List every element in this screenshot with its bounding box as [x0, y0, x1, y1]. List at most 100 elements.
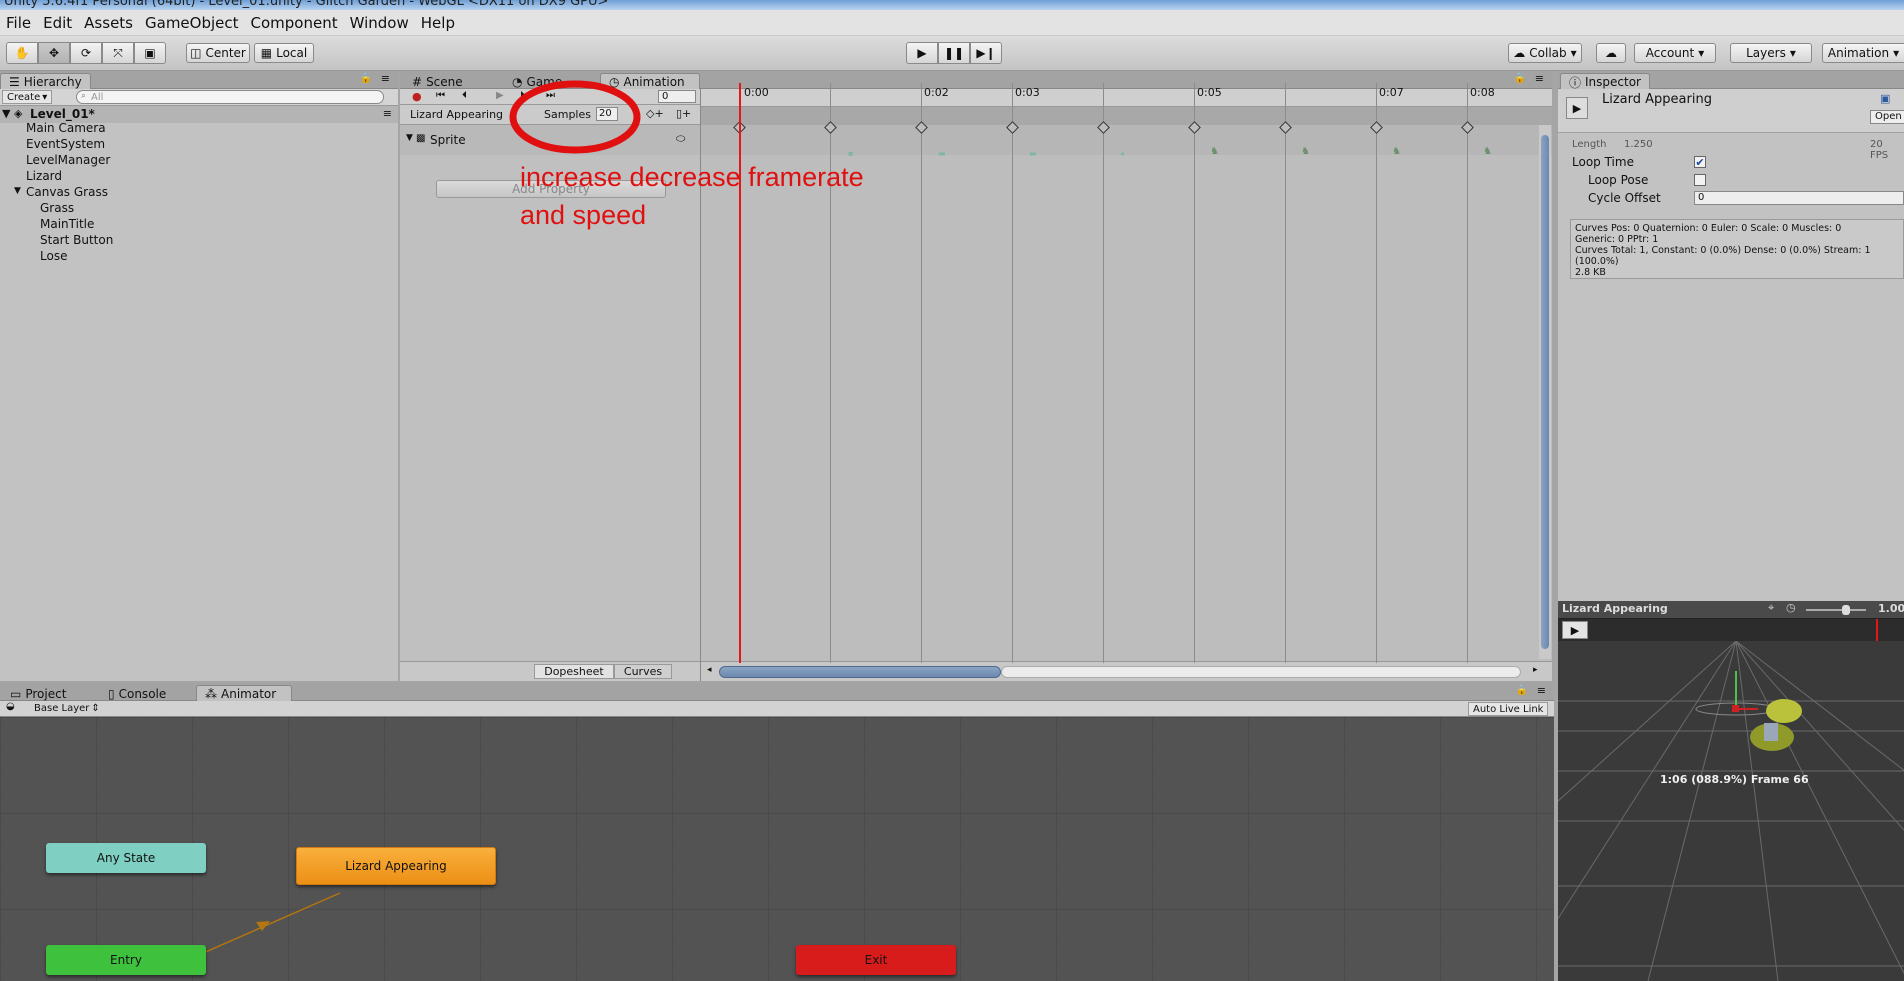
loop-pose-checkbox[interactable] — [1694, 174, 1706, 186]
menu-assets[interactable]: Assets — [78, 14, 139, 32]
speed-slider[interactable] — [1806, 609, 1866, 611]
pivot-icon[interactable]: ⌖ — [1768, 601, 1774, 615]
loop-time-checkbox[interactable]: ✔ — [1694, 156, 1706, 169]
hierarchy-item[interactable]: LevelManager — [26, 153, 110, 167]
expand-arrow-icon[interactable]: ▼ — [406, 133, 413, 143]
preview-playhead[interactable] — [1876, 619, 1878, 641]
timeline-scrollbar[interactable]: ◂ ▸ — [701, 661, 1552, 681]
cycle-offset-label: Cycle Offset — [1588, 191, 1661, 205]
menu-file[interactable]: File — [0, 14, 37, 32]
annotation-text: increase decrease framerate and speed — [520, 158, 864, 234]
tab-animator[interactable]: ⁂ Animator — [196, 685, 292, 702]
preview-viewport[interactable] — [1558, 641, 1904, 981]
panel-menu-icon[interactable]: ≡ — [381, 72, 390, 85]
scale-tool-icon[interactable]: ⤧ — [102, 42, 134, 64]
move-tool-icon[interactable]: ✥ — [38, 42, 70, 64]
hierarchy-item[interactable]: EventSystem — [26, 137, 105, 151]
lock-icon[interactable]: 🔒 — [360, 73, 372, 84]
rotate-tool-icon[interactable]: ⟳ — [70, 42, 102, 64]
parameters-toggle-icon[interactable]: ◒ — [6, 701, 15, 712]
sprite-thumbnail[interactable]: ▬ — [938, 149, 946, 158]
expand-arrow-icon[interactable]: ▼ — [14, 186, 21, 196]
hand-tool-icon[interactable]: ✋ — [6, 42, 38, 64]
tab-project[interactable]: ▭ Project — [2, 685, 74, 702]
chevron-updown-icon: ⇕ — [91, 703, 100, 714]
timeline-ruler[interactable] — [701, 89, 1552, 107]
tab-hierarchy[interactable]: ☰ Hierarchy — [0, 73, 91, 90]
lock-icon[interactable]: 🔒 — [1516, 685, 1528, 696]
layout-dropdown[interactable]: Animation ▾ — [1822, 43, 1904, 63]
hierarchy-search-input[interactable]: ⌕ All — [76, 90, 384, 104]
add-event-icon[interactable]: ▯+ — [676, 107, 691, 120]
step-button[interactable]: ▶❙ — [970, 42, 1002, 64]
panel-menu-icon[interactable]: ≡ — [1535, 72, 1544, 85]
account-dropdown[interactable]: Account ▾ — [1634, 43, 1716, 63]
hierarchy-item[interactable]: MainTitle — [40, 217, 94, 231]
cycle-offset-field[interactable]: 0 — [1694, 191, 1904, 205]
inspector-title: Lizard Appearing — [1602, 92, 1712, 107]
sprite-thumbnail[interactable]: ♞ — [1301, 146, 1310, 157]
sprite-thumbnail[interactable]: ♞ — [1392, 146, 1401, 157]
scene-menu-icon[interactable]: ≡ — [383, 107, 392, 120]
state-exit[interactable]: Exit — [796, 945, 956, 975]
scroll-thumb[interactable] — [719, 666, 1001, 678]
preview-play-button[interactable]: ▶ — [1562, 621, 1588, 639]
main-toolbar: ✋ ✥ ⟳ ⤧ ▣ ◫ Center ▦ Local ▶ ❚❚ ▶❙ ☁ Collab… — [0, 36, 1904, 71]
frame-field[interactable]: 0 — [658, 90, 696, 103]
pivot-center-button[interactable]: ◫ Center — [186, 43, 250, 63]
speed-icon[interactable]: ◷ — [1786, 601, 1796, 614]
tab-console[interactable]: ▯ Console — [100, 685, 174, 702]
speed-slider-thumb[interactable] — [1842, 605, 1850, 615]
sprite-thumbnail[interactable]: ◂ — [1120, 149, 1124, 158]
prev-key-icon[interactable]: ⏴ — [462, 90, 467, 101]
hierarchy-item[interactable]: Lose — [40, 249, 67, 263]
expand-arrow-icon[interactable]: ▼ — [2, 107, 10, 120]
layer-breadcrumb[interactable]: Base Layer ⇕ — [30, 702, 104, 715]
create-button[interactable]: Create ▾ — [2, 90, 53, 104]
pause-button[interactable]: ❚❚ — [938, 42, 970, 64]
help-icon[interactable]: ▣ — [1880, 92, 1890, 105]
menu-edit[interactable]: Edit — [37, 14, 78, 32]
animator-graph[interactable] — [0, 717, 1554, 981]
play-button[interactable]: ▶ — [906, 42, 938, 64]
sprite-thumbnail[interactable]: ▪ — [848, 149, 853, 158]
property-options-icon[interactable]: ⬭ — [676, 132, 685, 146]
auto-live-link-button[interactable]: Auto Live Link — [1468, 702, 1549, 716]
cloud-button[interactable]: ☁ — [1596, 43, 1626, 63]
lock-icon[interactable]: 🔒 — [1514, 73, 1526, 84]
hierarchy-item[interactable]: Canvas Grass — [26, 185, 108, 199]
scroll-right-icon[interactable]: ▸ — [1533, 665, 1538, 675]
tab-scene[interactable]: # Scene — [404, 73, 471, 90]
pivot-local-button[interactable]: ▦ Local — [254, 43, 314, 63]
curves-button[interactable]: Curves — [614, 664, 672, 679]
rect-tool-icon[interactable]: ▣ — [134, 42, 166, 64]
panel-menu-icon[interactable]: ≡ — [1537, 684, 1546, 697]
first-key-icon[interactable]: ⏮ — [436, 90, 445, 101]
dopesheet-button[interactable]: Dopesheet — [534, 664, 614, 679]
hierarchy-item[interactable]: Main Camera — [26, 121, 106, 135]
vertical-scrollbar[interactable] — [1539, 125, 1551, 659]
menu-component[interactable]: Component — [245, 14, 344, 32]
clip-dropdown[interactable]: Lizard Appearing — [410, 108, 503, 121]
scroll-left-icon[interactable]: ◂ — [707, 665, 712, 675]
hierarchy-item[interactable]: Lizard — [26, 169, 62, 183]
open-button[interactable]: Open — [1870, 110, 1904, 124]
record-icon[interactable]: ● — [412, 90, 422, 103]
tab-inspector[interactable]: ⓘ Inspector — [1560, 73, 1650, 90]
menu-window[interactable]: Window — [344, 14, 415, 32]
sprite-thumbnail[interactable]: ▬ — [1029, 149, 1037, 158]
collab-dropdown[interactable]: ☁ Collab ▾ — [1508, 43, 1582, 63]
play-icon[interactable]: ▶ — [496, 90, 504, 101]
add-keyframe-icon[interactable]: ◇+ — [646, 107, 664, 120]
sprite-thumbnail[interactable]: ♞ — [1483, 146, 1492, 157]
menu-help[interactable]: Help — [415, 14, 461, 32]
menu-gameobject[interactable]: GameObject — [139, 14, 245, 32]
sprite-thumbnail[interactable]: ♞ — [1210, 146, 1219, 157]
layers-dropdown[interactable]: Layers ▾ — [1730, 43, 1812, 63]
hierarchy-item[interactable]: Grass — [40, 201, 74, 215]
state-lizard-appearing[interactable]: Lizard Appearing — [296, 847, 496, 885]
state-entry[interactable]: Entry — [46, 945, 206, 975]
state-any-state[interactable]: Any State — [46, 843, 206, 873]
hierarchy-item[interactable]: Start Button — [40, 233, 113, 247]
vertical-scroll-thumb[interactable] — [1541, 135, 1549, 649]
